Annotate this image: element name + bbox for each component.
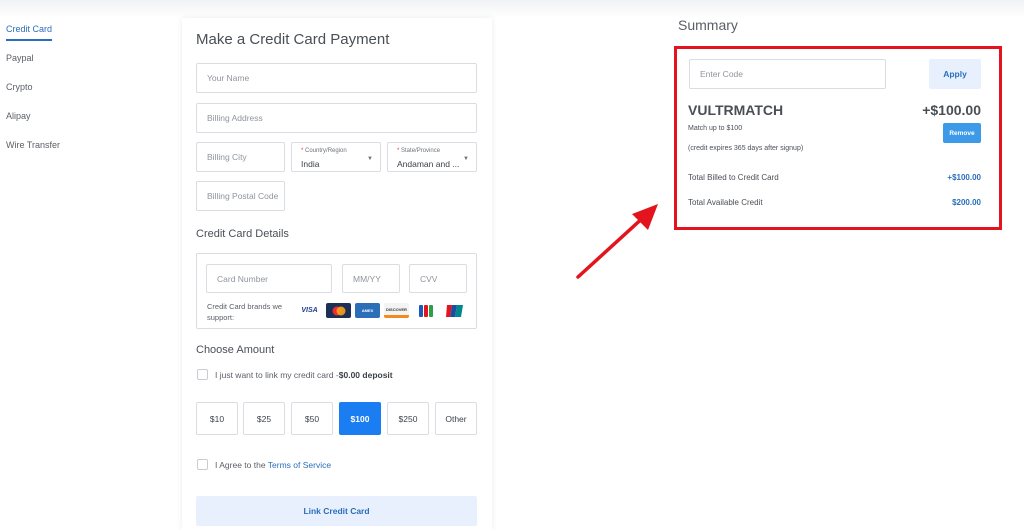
- promo-code-name: VULTRMATCH: [688, 102, 784, 118]
- amount-option-50[interactable]: $50: [291, 402, 333, 435]
- chevron-down-icon: ▼: [463, 156, 469, 162]
- link-only-label: I just want to link my credit card -$0.0…: [215, 370, 393, 380]
- card-details-box: Card Number MM/YY CVV Credit Card brands…: [196, 253, 477, 329]
- state-label: * State/Province: [397, 148, 441, 154]
- promo-code-input[interactable]: Enter Code: [689, 59, 886, 89]
- mastercard-logo: [326, 303, 351, 318]
- promo-amount: +$100.00: [922, 102, 981, 118]
- card-number-placeholder: Card Number: [217, 273, 269, 284]
- jcb-logo: [413, 303, 438, 318]
- nav-item-alipay[interactable]: Alipay: [6, 109, 126, 138]
- choose-amount-heading: Choose Amount: [196, 344, 275, 356]
- credit-value: $200.00: [952, 198, 981, 207]
- amount-option-100[interactable]: $100: [339, 402, 381, 435]
- name-input[interactable]: Your Name: [196, 63, 477, 93]
- nav-item-crypto[interactable]: Crypto: [6, 80, 126, 109]
- postal-code-input[interactable]: Billing Postal Code: [196, 181, 285, 211]
- name-placeholder: Your Name: [207, 73, 250, 83]
- cvv-input[interactable]: CVV: [409, 264, 467, 293]
- payment-form-panel: Make a Credit Card Payment Your Name Bil…: [182, 18, 492, 530]
- city-placeholder: Billing City: [207, 152, 247, 162]
- nav-item-label: Credit Card: [6, 22, 53, 41]
- promo-code-placeholder: Enter Code: [700, 69, 743, 79]
- annotation-arrow: [576, 204, 658, 279]
- address-placeholder: Billing Address: [207, 113, 263, 123]
- apply-button[interactable]: Apply: [929, 59, 981, 89]
- link-credit-card-button[interactable]: Link Credit Card: [196, 496, 477, 526]
- agree-terms-checkbox[interactable]: [197, 459, 208, 470]
- amex-logo: AMEX: [355, 303, 380, 318]
- card-number-input[interactable]: Card Number: [206, 264, 332, 293]
- summary-title: Summary: [678, 17, 738, 33]
- postal-placeholder: Billing Postal Code: [207, 191, 279, 201]
- billed-label: Total Billed to Credit Card: [688, 173, 779, 182]
- expiry-text: (credit expires 365 days after signup): [688, 145, 804, 152]
- billed-value: +$100.00: [947, 173, 981, 182]
- amount-option-10[interactable]: $10: [196, 402, 238, 435]
- chevron-down-icon: ▼: [367, 156, 373, 162]
- country-label: * Country/Region: [301, 148, 347, 154]
- city-input[interactable]: Billing City: [196, 142, 285, 172]
- page-title: Make a Credit Card Payment: [196, 31, 390, 48]
- address-input[interactable]: Billing Address: [196, 103, 477, 133]
- amount-option-250[interactable]: $250: [387, 402, 429, 435]
- summary-box: Enter Code Apply VULTRMATCH +$100.00 Mat…: [674, 46, 1002, 230]
- country-value: India: [301, 159, 320, 169]
- payment-method-nav: Credit Card Paypal Crypto Alipay Wire Tr…: [6, 22, 126, 167]
- unionpay-logo: [442, 303, 467, 318]
- visa-logo: VISA: [297, 303, 322, 318]
- state-select[interactable]: * State/Province Andaman and ... ▼: [387, 142, 477, 172]
- state-value: Andaman and ...: [397, 159, 460, 169]
- terms-of-service-link[interactable]: Terms of Service: [268, 460, 331, 470]
- nav-item-credit-card[interactable]: Credit Card: [6, 22, 126, 51]
- brands-label: Credit Card brands we support:: [207, 302, 283, 322]
- match-text: Match up to $100: [688, 125, 743, 132]
- amount-option-other[interactable]: Other: [435, 402, 477, 435]
- expiry-placeholder: MM/YY: [353, 273, 381, 284]
- cvv-placeholder: CVV: [420, 273, 438, 284]
- agree-terms-label: I Agree to the Terms of Service: [215, 460, 332, 470]
- nav-item-wire-transfer[interactable]: Wire Transfer: [6, 138, 126, 167]
- nav-item-paypal[interactable]: Paypal: [6, 51, 126, 80]
- amount-option-25[interactable]: $25: [243, 402, 285, 435]
- expiry-input[interactable]: MM/YY: [342, 264, 400, 293]
- country-select[interactable]: * Country/Region India ▼: [291, 142, 381, 172]
- card-details-heading: Credit Card Details: [196, 228, 289, 240]
- discover-logo: DISCOVER: [384, 303, 409, 318]
- link-only-checkbox[interactable]: [197, 369, 208, 380]
- remove-button[interactable]: Remove: [943, 123, 981, 143]
- credit-label: Total Available Credit: [688, 198, 763, 207]
- top-shadow: [0, 0, 1024, 18]
